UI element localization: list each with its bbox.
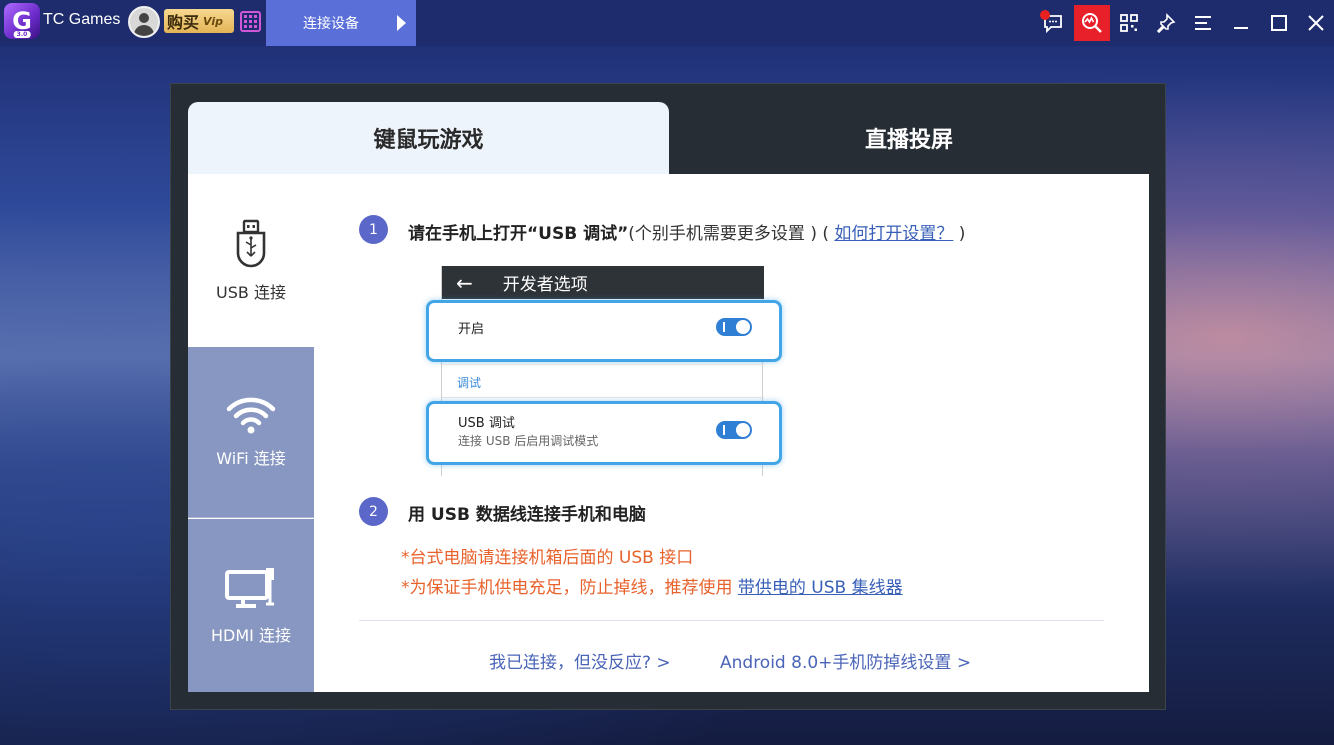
warning-power: *为保证手机供电充足，防止掉线，推荐使用 带供电的 USB 集线器 [401,573,903,598]
powered-usb-hub-link[interactable]: 带供电的 USB 集线器 [738,578,903,598]
nav-item-wifi[interactable]: WiFi 连接 [188,347,314,518]
play-arrow-icon [397,15,406,31]
android-8-anti-disconnect-link[interactable]: Android 8.0+手机防掉线设置 > [720,648,971,673]
maximize-icon[interactable] [1261,5,1297,41]
buy-vip-button[interactable]: 购买 Vip [164,9,234,33]
logo-version: 3.0 [13,31,31,38]
nav-label-usb: USB 连接 [216,282,286,302]
minimize-icon[interactable] [1223,5,1259,41]
step-1-text: 请在手机上打开“USB 调试”(个别手机需要更多设置 ) ( 如何打开设置？ ) [408,219,965,244]
content-panel: USB 连接 WiFi 连接 HDMI 连接 1 请在手机上打开“USB 调试”… [188,174,1149,692]
pin-icon[interactable] [1148,5,1184,41]
step-2-number: 2 [359,497,388,526]
menu-icon[interactable] [1185,5,1221,41]
row-open-label: 开启 [458,322,485,337]
tab-keyboard-mouse-game[interactable]: 键鼠玩游戏 [188,102,669,174]
nav-label-hdmi: HDMI 连接 [211,625,291,645]
tab-live-cast[interactable]: 直播投屏 [669,102,1149,174]
usb-debug-sub: 连接 USB 后启用调试模式 [458,434,599,448]
usb-instructions: 1 请在手机上打开“USB 调试”(个别手机需要更多设置 ) ( 如何打开设置？… [314,174,1149,692]
connect-device-label: 连接设备 [303,16,359,32]
usb-debug-label: USB 调试 [458,416,515,431]
back-arrow-icon: ← [456,270,473,295]
usb-icon [236,219,266,267]
keyboard-grid-icon[interactable] [240,11,261,32]
connection-type-nav: USB 连接 WiFi 连接 HDMI 连接 [188,174,314,692]
step-1-title: 请在手机上打开“USB 调试” [408,224,629,244]
highlight-open-row: 开启 [426,300,782,362]
hdmi-monitor-icon [225,567,274,608]
message-icon[interactable] [1035,5,1071,41]
divider [359,620,1104,621]
monitor-search-icon[interactable] [1074,5,1110,41]
connected-no-response-link[interactable]: 我已连接，但没反应? > [489,648,671,673]
step-1-note-open: (个别手机需要更多设置 ) ( [628,224,835,244]
app-logo-icon[interactable]: G 3.0 [4,3,40,39]
nav-item-usb[interactable]: USB 连接 [188,174,314,347]
open-toggle [716,318,752,336]
phone-settings-illustration: ← 开发者选项 开启 调试 USB 调试 连接 USB 后启用调试模式 [426,266,782,476]
step-1-note-close: ) [953,224,966,244]
buy-vip-label: 购买 [167,13,200,32]
phone-header: ← 开发者选项 [442,266,764,299]
title-bar: G 3.0 TC Games 购买 Vip 连接设备 [0,0,1334,46]
usb-debug-toggle [716,421,752,439]
wifi-icon [226,397,276,434]
vip-badge: Vip [203,14,223,28]
warning-power-text: *为保证手机供电充足，防止掉线，推荐使用 [401,578,738,598]
apps-grid-icon[interactable] [1111,5,1147,41]
highlight-usb-debug-row: USB 调试 连接 USB 后启用调试模式 [426,401,782,465]
step-2-title: 用 USB 数据线连接手机和电脑 [408,505,646,525]
nav-item-hdmi[interactable]: HDMI 连接 [188,519,314,692]
connect-dialog: 键鼠玩游戏 直播投屏 USB 连接 WiFi 连接 HDMI 连接 1 请在手机… [170,83,1166,710]
how-to-open-settings-link[interactable]: 如何打开设置？ [834,224,953,244]
user-avatar[interactable] [128,6,160,38]
step-1-number: 1 [359,215,388,244]
notification-dot [1040,10,1050,20]
debug-section-label: 调试 [457,376,482,390]
warning-desktop-usb: *台式电脑请连接机箱后面的 USB 接口 [401,548,694,568]
app-title: TC Games [43,11,121,28]
connect-device-tab[interactable]: 连接设备 [266,0,416,46]
nav-label-wifi: WiFi 连接 [216,449,286,468]
close-icon[interactable] [1298,5,1334,41]
phone-header-title: 开发者选项 [502,275,588,295]
